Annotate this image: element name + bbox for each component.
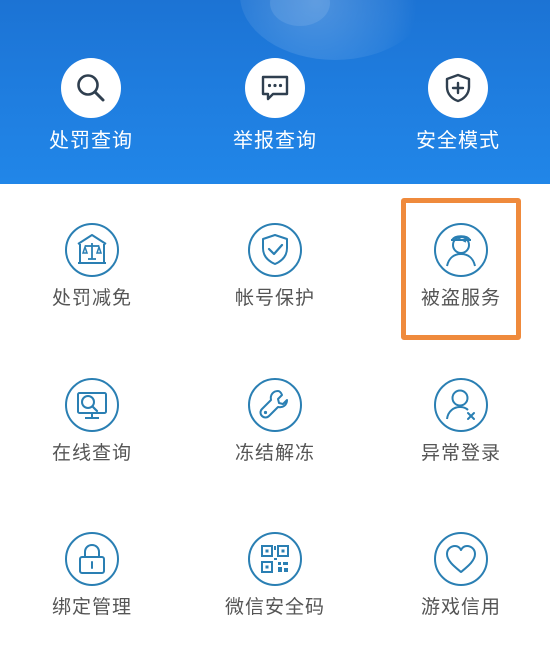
top-action-report-query[interactable]: 举报查询: [215, 58, 335, 154]
wrench-icon: [247, 377, 303, 433]
top-action-penalty-query[interactable]: 处罚查询: [31, 58, 151, 154]
service-penalty-reduction[interactable]: 处罚减免: [22, 222, 162, 311]
chat-icon: [245, 58, 305, 118]
service-wechat-security-code[interactable]: 微信安全码: [205, 531, 345, 620]
service-label: 游戏信用: [420, 596, 501, 618]
service-label: 处罚减免: [51, 287, 132, 309]
qr-code-icon: [247, 531, 303, 587]
highlight-frame: [401, 198, 521, 340]
service-label: 绑定管理: [51, 596, 132, 618]
service-freeze-unfreeze[interactable]: 冻结解冻: [205, 377, 345, 466]
person-x-icon: [433, 377, 489, 433]
shield-check-icon: [247, 222, 303, 278]
service-online-query[interactable]: 在线查询: [22, 377, 162, 466]
service-label: 在线查询: [51, 442, 132, 464]
lock-icon: [64, 531, 120, 587]
service-abnormal-login[interactable]: 异常登录: [391, 377, 531, 466]
heart-icon: [433, 531, 489, 587]
top-action-label: 安全模式: [416, 128, 500, 152]
top-action-safe-mode[interactable]: 安全模式: [398, 58, 518, 154]
search-icon: [61, 58, 121, 118]
header-banner: 处罚查询 举报查询 安全模式: [0, 0, 550, 184]
service-label: 冻结解冻: [234, 442, 315, 464]
shield-plus-icon: [428, 58, 488, 118]
service-binding-management[interactable]: 绑定管理: [22, 531, 162, 620]
scale-building-icon: [64, 222, 120, 278]
service-label: 异常登录: [420, 442, 501, 464]
service-account-protection[interactable]: 帐号保护: [205, 222, 345, 311]
monitor-search-icon: [64, 377, 120, 433]
service-game-credit[interactable]: 游戏信用: [391, 531, 531, 620]
top-action-label: 处罚查询: [49, 128, 133, 152]
service-label: 帐号保护: [234, 287, 315, 309]
top-action-label: 举报查询: [233, 128, 317, 152]
header-decoration: [240, 0, 430, 60]
service-label: 微信安全码: [224, 596, 325, 618]
